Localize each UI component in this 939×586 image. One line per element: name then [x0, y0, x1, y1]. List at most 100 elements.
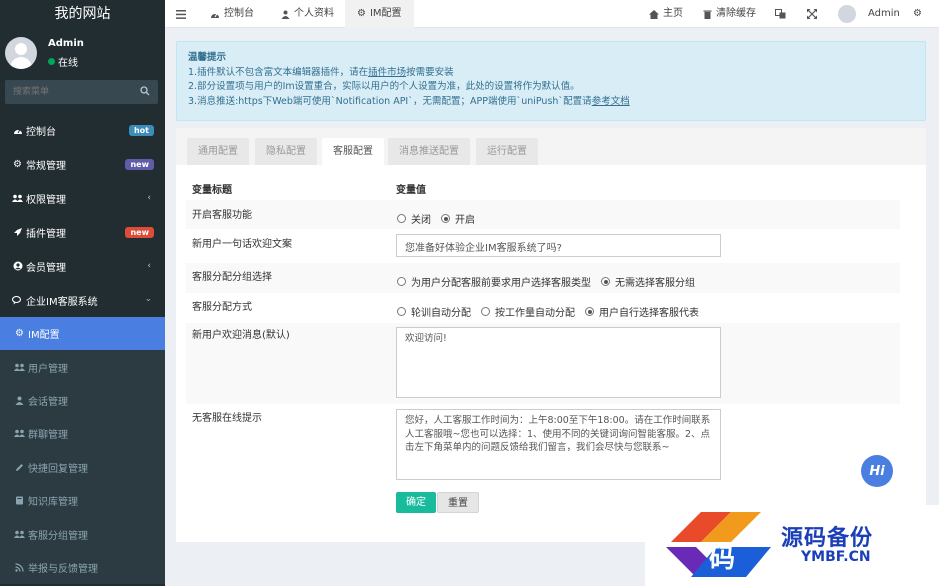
clear-cache-button[interactable]: 清除缓存 [703, 0, 756, 28]
user-name: Admin [48, 38, 84, 49]
menu-search-input[interactable] [5, 80, 135, 104]
users-icon [12, 429, 27, 438]
sidebar-item-im[interactable]: 企业IM客服系统 ‹ [0, 283, 165, 317]
enable-on-option[interactable]: 开启 [441, 211, 475, 226]
config-panel: 通用配置 隐私配置 客服配置 消息推送配置 运行配置 变量标题 变量值 开启客服… [176, 128, 926, 542]
sidebar-subitem-quick-reply[interactable]: 快捷回复管理 [0, 450, 165, 484]
sidebar-subitem-sessions[interactable]: 会话管理 [0, 383, 165, 418]
row-label: 开启客服功能 [192, 210, 252, 221]
fullscreen-icon[interactable] [807, 0, 817, 28]
users-icon [12, 363, 27, 372]
tab-profile[interactable]: 个人资料 [281, 0, 334, 28]
sidebar-subitem-reports[interactable]: 举报与反馈管理 [0, 550, 165, 585]
chat-bubble-button[interactable]: Hi [861, 455, 893, 487]
sidebar-item-label: 举报与反馈管理 [28, 563, 98, 575]
tab-label: 控制台 [224, 8, 254, 19]
users-icon [12, 530, 27, 539]
alert-text: 1.插件默认不包含富文本编辑器插件，请在 [188, 66, 369, 78]
sidebar-item-label: 常规管理 [26, 160, 66, 172]
new-badge: new [125, 159, 154, 170]
sidebar-item-dashboard[interactable]: 控制台 hot [0, 113, 165, 147]
sidebar-item-auth[interactable]: 权限管理 ‹ [0, 181, 165, 215]
online-dot-icon [48, 58, 55, 65]
home-icon [649, 9, 659, 19]
group-select-require-option[interactable]: 为用户分配客服前要求用户选择客服类型 [397, 274, 591, 289]
welcome-message-textarea[interactable]: 欢迎访问! [396, 327, 721, 398]
settings-icon[interactable]: ⚙ [913, 0, 922, 28]
home-link[interactable]: 主页 [649, 0, 683, 28]
clear-cache-label: 清除缓存 [716, 8, 756, 19]
alert-line-2: 2.部分设置项与用户的Im设置重合，实际以用户的个人设置为准，此处的设置将作为默… [188, 81, 580, 92]
tab-push[interactable]: 消息推送配置 [388, 138, 470, 165]
cogs-icon: ⚙ [13, 158, 22, 170]
row-assign-mode: 客服分配方式 轮训自动分配 按工作量自动分配 用户自行选择客服代表 [186, 293, 900, 323]
row-label: 新用户欢迎消息(默认) [192, 330, 290, 341]
assign-round-robin-option[interactable]: 轮训自动分配 [397, 304, 471, 319]
search-icon[interactable] [140, 86, 150, 99]
radio-button[interactable] [601, 277, 610, 286]
tab-runtime[interactable]: 运行配置 [476, 138, 538, 165]
sidebar-subitem-knowledge[interactable]: 知识库管理 [0, 483, 165, 518]
radio-button[interactable] [481, 307, 490, 316]
avatar [838, 5, 856, 23]
tips-alert: 温馨提示 1.插件默认不包含富文本编辑器插件，请在插件市场按需要安装 2.部分设… [176, 41, 926, 121]
users-icon [10, 194, 25, 203]
user-circle-icon [10, 261, 25, 271]
menu-toggle-icon[interactable] [176, 0, 186, 28]
rss-icon [12, 563, 27, 572]
tab-privacy[interactable]: 隐私配置 [255, 138, 317, 165]
tab-general[interactable]: 通用配置 [187, 138, 249, 165]
sidebar-item-plugins[interactable]: 插件管理 new [0, 215, 165, 249]
enable-off-option[interactable]: 关闭 [397, 211, 431, 226]
config-tabs: 通用配置 隐私配置 客服配置 消息推送配置 运行配置 [176, 128, 926, 165]
submit-button[interactable]: 确定 [396, 492, 436, 513]
plugin-market-link[interactable]: 插件市场 [368, 67, 406, 78]
sidebar-subitem-groups[interactable]: 群聊管理 [0, 417, 165, 451]
sidebar-subitem-service-groups[interactable]: 客服分组管理 [0, 517, 165, 551]
tab-dashboard[interactable]: 控制台 [210, 0, 254, 28]
tab-label: 个人资料 [294, 8, 334, 19]
sidebar-item-label: 知识库管理 [28, 497, 78, 509]
sidebar-item-label: 企业IM客服系统 [26, 296, 98, 308]
user-menu[interactable]: Admin [838, 0, 900, 28]
radio-button[interactable] [585, 307, 594, 316]
docs-link[interactable]: 参考文档 [592, 96, 630, 107]
menu-search [5, 80, 158, 104]
chevron-left-icon: ‹ [147, 193, 151, 203]
reset-button[interactable]: 重置 [437, 492, 479, 513]
sidebar-item-general[interactable]: ⚙ 常规管理 new [0, 147, 165, 181]
group-select-none-option[interactable]: 无需选择客服分组 [601, 274, 695, 289]
language-icon[interactable] [775, 0, 786, 28]
welcome-text-input[interactable]: 您准备好体验企业IM客服系统了吗? [396, 234, 721, 257]
sidebar-subitem-users[interactable]: 用户管理 [0, 350, 165, 384]
radio-button[interactable] [397, 214, 406, 223]
row-label: 客服分配方式 [192, 302, 252, 313]
site-logo[interactable]: 我的网站 [0, 0, 165, 28]
sidebar: 我的网站 Admin 在线 控制台 hot ⚙ 常规管理 new [0, 0, 165, 586]
alert-line-1: 1.插件默认不包含富文本编辑器插件，请在插件市场按需要安装 [188, 66, 914, 81]
cogs-icon: ⚙ [15, 328, 24, 340]
new-badge: new [125, 227, 154, 238]
sidebar-item-label: 客服分组管理 [28, 530, 88, 542]
tab-customer-service[interactable]: 客服配置 [322, 138, 384, 165]
dashboard-icon [10, 126, 25, 135]
chevron-down-icon: ‹ [144, 298, 155, 302]
sidebar-item-label: 用户管理 [28, 363, 68, 375]
option-label: 无需选择客服分组 [615, 278, 695, 289]
sidebar-menu: 控制台 hot ⚙ 常规管理 new 权限管理 ‹ 插件管理 new 会员管理 … [0, 113, 165, 585]
tab-im-config[interactable]: ⚙ IM配置 [345, 0, 414, 28]
sidebar-item-members[interactable]: 会员管理 ‹ [0, 249, 165, 283]
radio-button[interactable] [397, 277, 406, 286]
status-label: 在线 [58, 58, 78, 69]
radio-button[interactable] [441, 214, 450, 223]
sidebar-subitem-im-config[interactable]: ⚙ IM配置 [0, 317, 165, 351]
rocket-icon [10, 227, 25, 237]
sidebar-item-label: 权限管理 [26, 194, 66, 206]
assign-workload-option[interactable]: 按工作量自动分配 [481, 304, 575, 319]
row-welcome-text: 新用户一句话欢迎文案 您准备好体验企业IM客服系统了吗? [186, 229, 900, 263]
offline-tip-textarea[interactable]: 您好，人工客服工作时间为：上午8:00至下午18:00。请在工作时间联系人工客服… [396, 409, 721, 480]
trash-icon [703, 10, 712, 19]
assign-user-choice-option[interactable]: 用户自行选择客服代表 [585, 304, 699, 319]
radio-button[interactable] [397, 307, 406, 316]
tab-label: IM配置 [369, 8, 402, 19]
